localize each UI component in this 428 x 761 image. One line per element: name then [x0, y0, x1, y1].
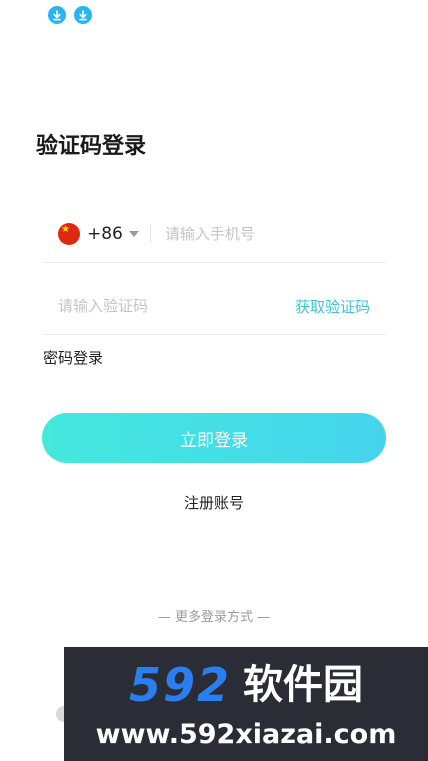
china-flag-icon[interactable]: ★	[58, 222, 80, 245]
status-bar-icons	[48, 6, 92, 24]
chevron-down-icon[interactable]	[128, 230, 139, 237]
get-code-button[interactable]: 获取验证码	[295, 296, 370, 317]
page-title: 验证码登录	[36, 134, 147, 159]
password-login-link[interactable]: 密码登录	[43, 347, 103, 368]
login-button[interactable]: 立即登录	[42, 413, 386, 463]
watermark-number: 592	[128, 658, 232, 712]
verification-code-input[interactable]	[56, 296, 260, 316]
code-field-row: 获取验证码	[42, 278, 386, 335]
watermark-banner: 592 软件园 www.592xiazai.com	[64, 647, 428, 761]
download-icon	[74, 6, 92, 24]
watermark-brand: 软件园	[243, 662, 364, 708]
download-icon	[48, 6, 66, 24]
register-link[interactable]: 注册账号	[184, 494, 244, 512]
watermark-url: www.592xiazai.com	[95, 719, 397, 750]
country-code[interactable]: +86	[87, 224, 123, 244]
phone-field-row: ★ +86	[42, 205, 386, 263]
divider	[149, 224, 151, 243]
register-row: 注册账号	[0, 492, 428, 513]
more-login-methods-label: — 更多登录方式 —	[157, 610, 271, 625]
phone-input[interactable]	[162, 223, 377, 244]
watermark-logo: 592 软件园	[64, 659, 428, 711]
